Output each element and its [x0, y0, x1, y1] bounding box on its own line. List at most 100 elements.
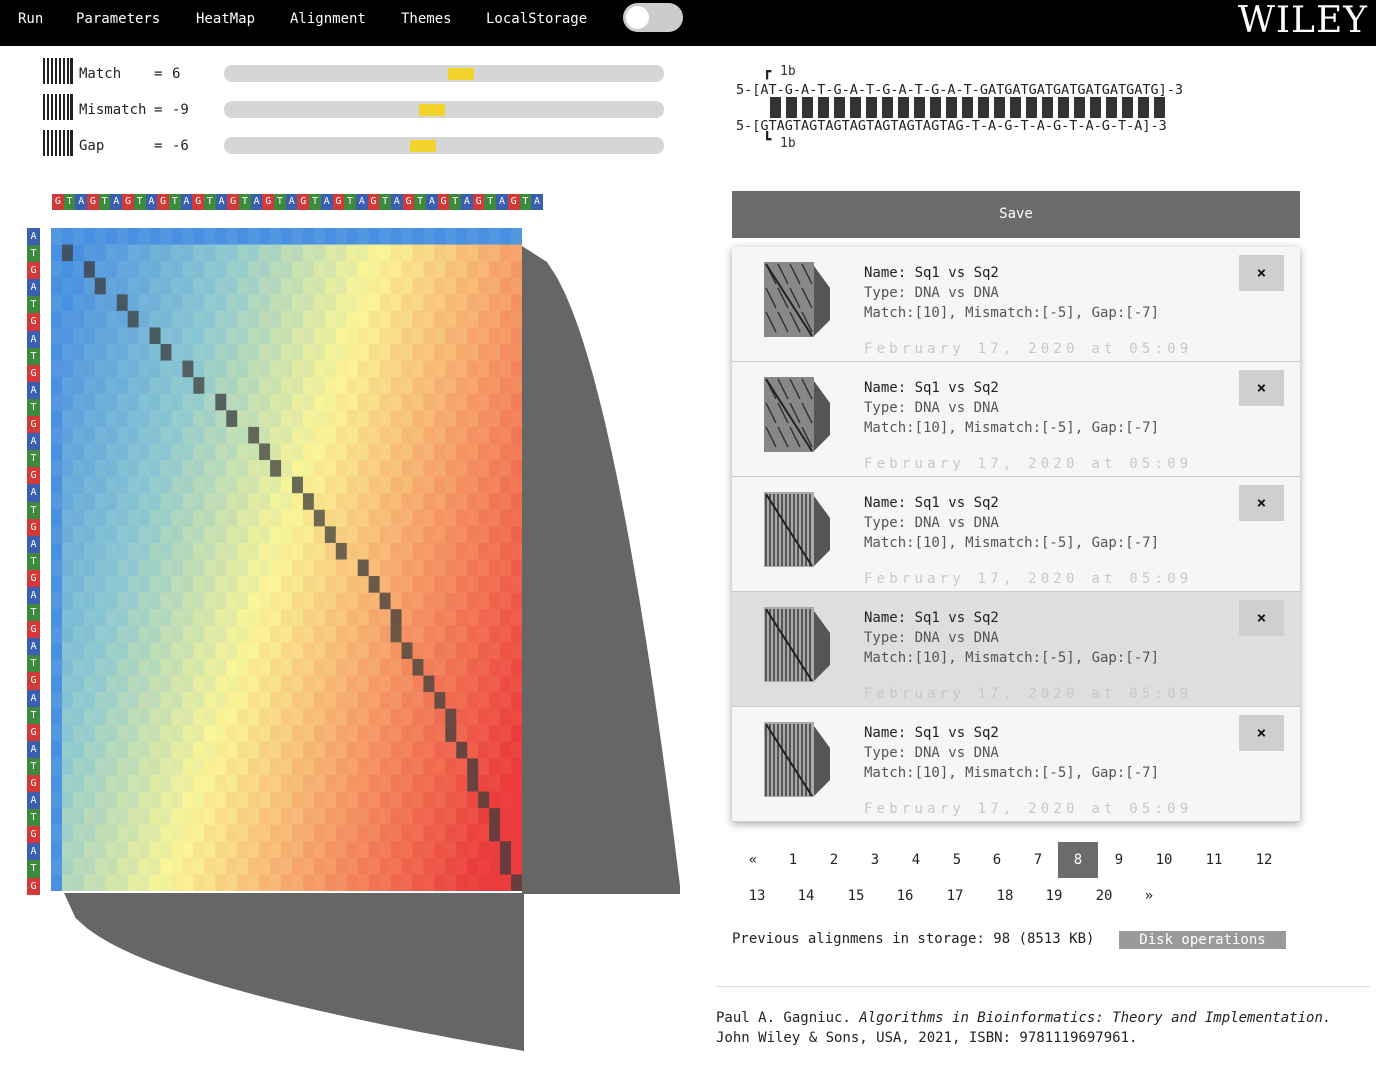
card-params: Match:[10], Mismatch:[-5], Gap:[-7] — [864, 535, 1160, 551]
page-link[interactable]: 10 — [1144, 842, 1184, 878]
nucleotide: A — [27, 330, 40, 348]
page-link[interactable]: 19 — [1034, 878, 1074, 914]
match-bar — [1090, 97, 1101, 118]
page-link[interactable]: 12 — [1244, 842, 1284, 878]
match-bar — [1042, 97, 1053, 118]
page-link[interactable]: 16 — [885, 878, 925, 914]
nucleotide: A — [27, 381, 40, 399]
saved-alignment-card[interactable]: Name: Sq1 vs Sq2 Type: DNA vs DNA Match:[1… — [732, 362, 1300, 477]
slider-thumb[interactable] — [447, 68, 474, 80]
alignment-thumbnail-icon — [764, 607, 830, 682]
nav-themes[interactable]: Themes — [401, 11, 452, 27]
param-value: -9 — [172, 102, 189, 118]
alignment-thumbnail-icon — [764, 722, 830, 797]
nucleotide: G — [297, 194, 310, 210]
match-bar — [850, 97, 861, 118]
slider-thumb[interactable] — [410, 140, 437, 152]
nav-localstorage[interactable]: LocalStorage — [486, 11, 587, 27]
nucleotide: G — [52, 194, 64, 210]
page-link[interactable]: 4 — [896, 842, 936, 878]
nucleotide: G — [157, 194, 169, 210]
nucleotide: A — [27, 689, 40, 707]
nav-heatmap[interactable]: HeatMap — [196, 11, 255, 27]
page-link[interactable]: 9 — [1099, 842, 1139, 878]
page-link[interactable]: 2 — [814, 842, 854, 878]
nucleotide: A — [461, 194, 473, 210]
page-link[interactable]: 14 — [786, 878, 826, 914]
match-bar — [1122, 97, 1133, 118]
saved-alignment-card[interactable]: Name: Sq1 vs Sq2 Type: DNA vs DNA Match:[1… — [732, 247, 1300, 362]
page-link[interactable]: 20 — [1084, 878, 1124, 914]
nucleotide: A — [27, 279, 40, 297]
citation: Paul A. Gagniuc. Algorithms in Bioinform… — [716, 1008, 1366, 1048]
param-value: -6 — [172, 138, 189, 154]
saved-alignment-card[interactable]: Name: Sq1 vs Sq2 Type: DNA vs DNA Match:[1… — [732, 707, 1300, 822]
page-link[interactable]: 15 — [836, 878, 876, 914]
nucleotide: T — [27, 757, 40, 775]
match-bar — [1074, 97, 1085, 118]
nucleotide: T — [203, 194, 216, 210]
heatmap-shadow-bottom — [64, 893, 524, 1051]
nucleotide: G — [402, 194, 415, 210]
card-type: Type: DNA vs DNA — [864, 630, 999, 646]
nucleotide: A — [27, 843, 40, 861]
score-heatmap — [51, 228, 522, 891]
card-date: February 17, 2020 at 05:09 — [864, 801, 1193, 817]
delete-button[interactable]: × — [1239, 600, 1284, 636]
saved-alignment-card[interactable]: Name: Sq1 vs Sq2 Type: DNA vs DNA Match:[1… — [732, 592, 1300, 707]
match-bars — [770, 97, 1165, 118]
card-date: February 17, 2020 at 05:09 — [864, 686, 1193, 702]
mismatch-slider[interactable] — [224, 101, 664, 118]
card-date: February 17, 2020 at 05:09 — [864, 571, 1193, 587]
match-bar — [1026, 97, 1037, 118]
sequence-top: GTAGTAGTAGTAGTAGTAGTAGTAGTAGTAGTAGTAGTAG… — [52, 194, 543, 210]
param-label: Match — [79, 66, 122, 82]
card-type: Type: DNA vs DNA — [864, 400, 999, 416]
nucleotide: T — [27, 398, 40, 417]
delete-button[interactable]: × — [1239, 255, 1284, 291]
match-bar — [786, 97, 797, 118]
gap-slider[interactable] — [224, 137, 664, 154]
page-link[interactable]: « — [733, 842, 773, 878]
delete-button[interactable]: × — [1239, 370, 1284, 406]
nucleotide: G — [27, 518, 40, 536]
nav-alignment[interactable]: Alignment — [290, 11, 366, 27]
nucleotide: A — [426, 194, 438, 210]
saved-alignment-card[interactable]: Name: Sq1 vs Sq2 Type: DNA vs DNA Match:[1… — [732, 477, 1300, 592]
nucleotide: A — [390, 194, 403, 210]
disk-operations-button[interactable]: Disk operations — [1119, 931, 1286, 949]
slider-thumb[interactable] — [418, 104, 445, 116]
page-link[interactable]: 7 — [1018, 842, 1058, 878]
page-link[interactable]: 17 — [935, 878, 975, 914]
nucleotide: T — [27, 501, 40, 519]
page-link[interactable]: 11 — [1194, 842, 1234, 878]
page-link[interactable]: 6 — [977, 842, 1017, 878]
card-date: February 17, 2020 at 05:09 — [864, 341, 1193, 357]
nav-parameters[interactable]: Parameters — [76, 11, 160, 27]
nucleotide: A — [496, 194, 508, 210]
theme-toggle[interactable] — [623, 3, 683, 32]
nucleotide: A — [27, 740, 40, 758]
page-link[interactable]: 8 — [1058, 842, 1098, 878]
match-bar — [866, 97, 877, 118]
delete-button[interactable]: × — [1239, 715, 1284, 751]
match-bar — [962, 97, 973, 118]
nucleotide: T — [63, 194, 76, 210]
match-bar — [770, 97, 781, 118]
page-link[interactable]: » — [1129, 878, 1169, 914]
nav-run[interactable]: Run — [18, 11, 43, 27]
match-slider[interactable] — [224, 65, 664, 82]
nucleotide: T — [27, 552, 40, 570]
page-link[interactable]: 1 — [773, 842, 813, 878]
page-link[interactable]: 5 — [937, 842, 977, 878]
page-link[interactable]: 13 — [737, 878, 777, 914]
param-equals: = — [154, 102, 163, 118]
nucleotide: G — [367, 194, 380, 210]
nucleotide: T — [519, 194, 532, 210]
save-button[interactable]: Save — [732, 191, 1300, 238]
nucleotide: G — [507, 194, 520, 210]
page-link[interactable]: 18 — [985, 878, 1025, 914]
nucleotide: A — [27, 792, 40, 810]
delete-button[interactable]: × — [1239, 485, 1284, 521]
page-link[interactable]: 3 — [855, 842, 895, 878]
